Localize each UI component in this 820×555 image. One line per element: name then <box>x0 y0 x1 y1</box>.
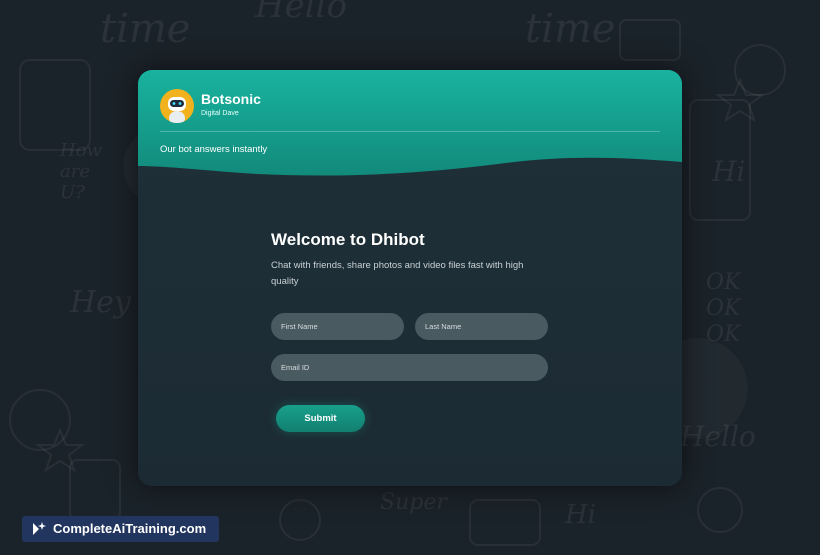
watermark-text: CompleteAiTraining.com <box>53 521 207 536</box>
bot-avatar <box>160 89 194 123</box>
header-divider <box>160 131 660 132</box>
header-tagline: Our bot answers instantly <box>160 144 268 155</box>
submit-button[interactable]: Submit <box>276 405 365 432</box>
robot-icon <box>168 97 186 123</box>
email-field[interactable]: Email ID <box>271 354 548 381</box>
header-wave-background <box>138 70 682 176</box>
form-title: Welcome to Dhibot <box>271 230 425 249</box>
first-name-field[interactable]: First Name <box>271 313 404 340</box>
bot-subtitle: Digital Dave <box>201 110 239 117</box>
card-header: Botsonic Digital Dave Our bot answers in… <box>138 70 682 180</box>
form-description: Chat with friends, share photos and vide… <box>271 260 524 287</box>
bot-name: Botsonic <box>201 91 261 107</box>
chat-signup-card: Botsonic Digital Dave Our bot answers in… <box>138 70 682 486</box>
watermark-badge: CompleteAiTraining.com <box>22 516 219 542</box>
last-name-field[interactable]: Last Name <box>415 313 548 340</box>
sparkle-logo-icon <box>33 522 46 535</box>
